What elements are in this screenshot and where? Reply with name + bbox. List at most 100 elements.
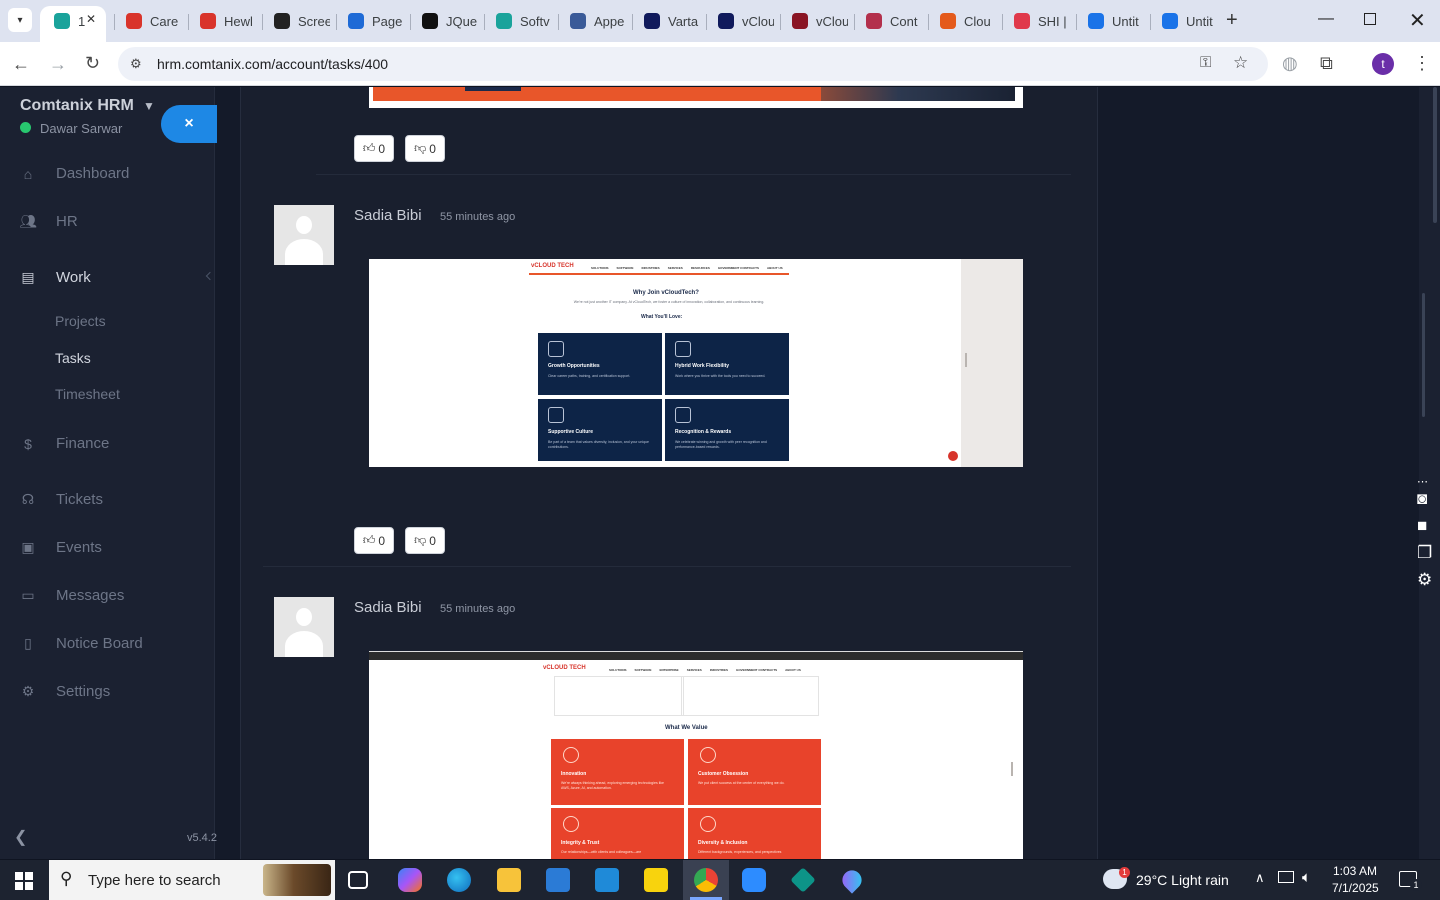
collapse-sidebar-icon[interactable]: ❮: [14, 827, 27, 847]
clock-date[interactable]: 7/1/2025: [1332, 881, 1379, 895]
close-tab-icon[interactable]: ✕: [86, 12, 96, 26]
sidebar-item-settings[interactable]: ⚙ Settings: [20, 683, 110, 700]
mail-icon[interactable]: [595, 868, 619, 892]
browser-tab[interactable]: Hewl: [200, 8, 258, 34]
hybrid-work-icon: [675, 341, 691, 357]
microsoft-store-icon[interactable]: [546, 868, 570, 892]
profile-avatar[interactable]: t: [1372, 53, 1394, 75]
sidebar-item-events[interactable]: ▣ Events: [20, 539, 101, 556]
browser-tab[interactable]: JQue: [422, 8, 480, 34]
browser-tab-label: SHI |: [1038, 13, 1067, 29]
network-icon[interactable]: [1278, 871, 1294, 883]
window-icon[interactable]: ❐: [1417, 544, 1432, 562]
message-icon: ▭: [21, 587, 35, 603]
chevron-down-icon[interactable]: ▼: [143, 99, 155, 113]
attachment-browser-bar: [369, 652, 1023, 660]
weather-text[interactable]: 29°C Light rain: [1136, 872, 1229, 888]
browser-tab[interactable]: Untit: [1088, 8, 1146, 34]
scrollbar-thumb-top[interactable]: [1433, 87, 1437, 223]
like-button[interactable]: 👍︎ 0: [354, 527, 394, 554]
browser-tab[interactable]: Scree: [274, 8, 332, 34]
briefcase-icon: ▤: [21, 269, 35, 285]
site-info-icon[interactable]: ⚙: [130, 56, 142, 72]
edge-icon[interactable]: [447, 868, 471, 892]
clock-time[interactable]: 1:03 AM: [1333, 864, 1377, 878]
translate-icon[interactable]: ◍: [1282, 54, 1298, 72]
video-icon[interactable]: ■: [1417, 517, 1427, 535]
sidebar-item-work[interactable]: ▤ Work: [20, 269, 90, 286]
browser-tab[interactable]: Clou: [940, 8, 998, 34]
browser-tab[interactable]: vClou: [718, 8, 776, 34]
sidebar-item-finance[interactable]: $ Finance: [20, 435, 109, 452]
browser-tab[interactable]: Untit: [1162, 8, 1220, 34]
dislike-button[interactable]: 👎︎ 0: [405, 135, 445, 162]
comment-divider: [263, 566, 1071, 567]
browser-tab[interactable]: SHI |: [1014, 8, 1072, 34]
camera-icon[interactable]: ◙: [1417, 490, 1427, 508]
home-icon: ⌂: [23, 165, 33, 182]
like-button[interactable]: 👍︎ 0: [354, 135, 394, 162]
close-window-button[interactable]: ✕: [1409, 8, 1426, 33]
file-explorer-icon[interactable]: [497, 868, 521, 892]
password-key-icon[interactable]: ⚿: [1200, 54, 1211, 71]
bookmark-star-icon[interactable]: ☆: [1233, 53, 1248, 73]
brand-name[interactable]: Comtanix HRM: [20, 97, 134, 115]
zoom-icon[interactable]: [742, 868, 766, 892]
browser-tab[interactable]: Page: [348, 8, 406, 34]
search-placeholder[interactable]: Type here to search: [88, 872, 221, 889]
browser-tab[interactable]: Care: [126, 8, 184, 34]
sidebar-item-hr[interactable]: 👥︎ HR: [19, 213, 78, 230]
sidebar-item-messages[interactable]: ▭ Messages: [20, 587, 124, 604]
forward-icon[interactable]: →: [49, 55, 67, 73]
menu-kebab-icon[interactable]: ⋮: [1413, 54, 1431, 72]
browser-tab[interactable]: Cont: [866, 8, 924, 34]
sidebar-subitem-timesheet[interactable]: Timesheet: [55, 386, 120, 402]
browser-tab[interactable]: Varta: [644, 8, 702, 34]
tab-separator: [484, 14, 485, 30]
windows-start-icon[interactable]: [15, 872, 33, 890]
thumbs-up-icon: 👍︎: [362, 141, 376, 155]
tab-separator: [1002, 14, 1003, 30]
taskbar-search[interactable]: ⚲ Type here to search: [49, 860, 335, 900]
comment-attachment-image[interactable]: [369, 87, 1023, 108]
new-tab-button[interactable]: +: [1226, 10, 1238, 30]
gear-icon[interactable]: ⚙: [1417, 571, 1432, 589]
task-view-icon[interactable]: [348, 871, 368, 889]
dislike-count: 0: [429, 141, 436, 156]
sidebar-item-tickets[interactable]: ☊ Tickets: [20, 491, 103, 508]
copilot-icon[interactable]: [398, 868, 422, 892]
comment-attachment-image[interactable]: vCLOUD TECH SOLUTIONS SOFTWARE ENTERPRISE S…: [369, 651, 1023, 859]
tab-separator: [854, 14, 855, 30]
browser-tab[interactable]: vClou: [792, 8, 850, 34]
tab-search-button[interactable]: ▾: [8, 8, 32, 32]
online-status-dot: [20, 122, 31, 133]
dislike-button[interactable]: 👎︎ 0: [405, 527, 445, 554]
browser-tab[interactable]: Appe: [570, 8, 628, 34]
page-scrollbar-thumb[interactable]: [1422, 293, 1425, 417]
sidebar-item-notice-board[interactable]: ▯ Notice Board: [20, 635, 143, 652]
app-icon[interactable]: [790, 867, 816, 893]
address-bar[interactable]: ⚙ hrm.comtanix.com/account/tasks/400 ⚿ ☆: [118, 47, 1268, 81]
attachment-subheading: What You'll Love:: [641, 314, 683, 320]
restore-button[interactable]: [1364, 13, 1376, 25]
reload-icon[interactable]: ↻: [85, 54, 100, 72]
maps-pin-icon[interactable]: [838, 866, 866, 894]
browser-tab[interactable]: Softv: [496, 8, 554, 34]
tab-favicon-icon: [570, 13, 586, 29]
minimize-button[interactable]: —: [1318, 10, 1334, 28]
sticky-notes-icon[interactable]: [644, 868, 668, 892]
back-icon[interactable]: ←: [12, 55, 30, 73]
comment-attachment-image[interactable]: vCLOUD TECH SOLUTIONS SOFTWARE INDUSTRIES S…: [369, 259, 1023, 467]
chevron-up-icon[interactable]: ∧: [1255, 870, 1265, 886]
browser-tab-label: vClou: [816, 13, 848, 29]
chrome-icon[interactable]: [694, 868, 718, 892]
volume-icon[interactable]: 🔈︎: [1302, 869, 1311, 886]
rewards-icon: [675, 407, 691, 423]
sidebar-item-dashboard[interactable]: ⌂ Dashboard: [20, 165, 130, 182]
close-sidebar-button[interactable]: ×: [161, 105, 217, 143]
sidebar-subitem-tasks[interactable]: Tasks: [55, 350, 91, 366]
sidebar-subitem-projects[interactable]: Projects: [55, 313, 106, 329]
url-text[interactable]: hrm.comtanix.com/account/tasks/400: [157, 56, 388, 72]
attachment-card-title: Hybrid Work Flexibility: [675, 363, 730, 369]
extensions-icon[interactable]: ⧉: [1320, 54, 1333, 72]
